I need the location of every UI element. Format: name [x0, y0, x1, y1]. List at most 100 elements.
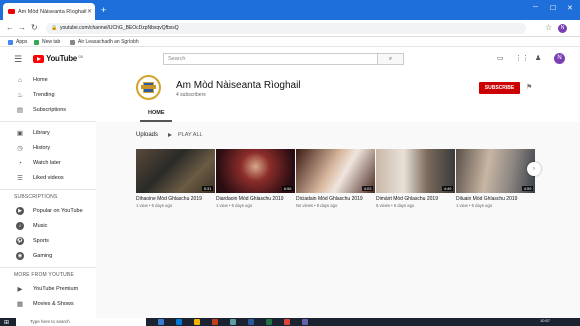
sidebar-section-heading: SUBSCRIPTIONS [14, 194, 58, 200]
close-window-icon[interactable]: ✕ [567, 4, 573, 12]
sidebar-item-library[interactable]: ▣ Library [0, 126, 96, 140]
account-avatar[interactable]: N [554, 53, 565, 64]
video-title[interactable]: Diluain Mòd Ghlaschu 2019 [456, 196, 535, 202]
task-view-icon[interactable] [158, 319, 164, 325]
video-card[interactable]: 6:56 Diardaoin Mòd Ghlaschu 2019 1 view • … [216, 149, 295, 208]
browser-tab[interactable]: Am Mòd Nàiseanta Rìoghail - Yo ✕ [3, 3, 95, 20]
edge-icon[interactable] [176, 319, 182, 325]
sidebar-item-sports[interactable]: ⚽ Sports [0, 234, 96, 248]
hamburger-menu-icon[interactable]: ☰ [14, 54, 22, 65]
sidebar-item-movies-shows[interactable]: ▦ Movies & Shows [0, 297, 96, 311]
sidebar-item-music[interactable]: ♪ Music [0, 219, 96, 233]
video-thumbnail[interactable]: 6:56 [216, 149, 295, 193]
file-explorer-icon[interactable] [194, 319, 200, 325]
channel-header: Am Mòd Nàiseanta Rìoghail 4 subscribers … [96, 70, 580, 122]
sidebar-item-home[interactable]: ⌂ Home [0, 73, 96, 87]
flame-icon: ♨ [17, 92, 23, 99]
bookmark-label: Apps [16, 39, 28, 45]
taskbar-search-input[interactable]: Type here to search [16, 318, 146, 326]
sidebar-item-watch-later[interactable]: ◔ Watch later [0, 156, 96, 170]
url-input[interactable]: 🔒 youtube.com/channel/UChG_BEOcDzpNbxqvQ… [46, 23, 526, 34]
movies-icon: ▦ [16, 301, 24, 308]
apps-grid-icon[interactable]: ⋮⋮ [515, 54, 529, 62]
create-video-icon[interactable]: ▭ [497, 54, 504, 62]
video-duration: 4:59 [522, 186, 533, 191]
sidebar-item-liked-videos[interactable]: ☰ Liked videos [0, 171, 96, 185]
chrome-icon[interactable] [284, 319, 290, 325]
url-text: youtube.com/channel/UChG_BEOcDzpNbxqvQfb… [60, 25, 179, 31]
reload-icon[interactable]: ↻ [31, 23, 38, 32]
excel-icon[interactable] [266, 319, 272, 325]
chevron-right-icon: › [533, 166, 535, 172]
back-icon[interactable]: ← [6, 23, 14, 32]
video-thumbnail[interactable]: 4:03 [296, 149, 375, 193]
search-button[interactable]: ⌕ [378, 53, 404, 65]
bookmark-apps[interactable]: Apps [8, 39, 27, 45]
bookmark-leasachadh[interactable]: Air Leasachadh an Sgrìobh [70, 39, 139, 45]
bookmark-star-icon[interactable]: ☆ [545, 23, 552, 32]
browser-profile-avatar[interactable]: N [558, 24, 567, 33]
tab-close-icon[interactable]: ✕ [87, 8, 92, 15]
premium-icon: ▶ [17, 286, 23, 293]
search-input[interactable]: Search [163, 53, 378, 65]
notification-bell-icon[interactable]: ⚑ [526, 83, 532, 91]
video-title[interactable]: Diardaoin Mòd Ghlaschu 2019 [216, 196, 295, 202]
bookmark-new-tab[interactable]: New tab [34, 39, 60, 45]
video-card[interactable]: 4:03 Diciadain Mòd Ghlaschu 2019 No views … [296, 149, 375, 208]
video-thumbnail[interactable]: 5:31 [136, 149, 215, 193]
video-title[interactable]: Dihaoine Mòd Ghlaschu 2019 [136, 196, 215, 202]
youtube-play-icon [33, 54, 44, 63]
lock-icon: 🔒 [51, 25, 58, 31]
windows-taskbar: ⊞ Type here to search 10:57 [0, 318, 580, 326]
sidebar-item-label: Home [33, 77, 48, 83]
windows-start-icon[interactable]: ⊞ [4, 319, 9, 326]
teams-icon[interactable] [302, 319, 308, 325]
video-meta: 5 views • 6 days ago [376, 203, 415, 208]
tab-home[interactable]: HOME [148, 110, 165, 116]
maximize-icon[interactable]: ☐ [550, 4, 556, 12]
play-icon [168, 133, 172, 137]
next-arrow-button[interactable]: › [527, 162, 541, 176]
minimize-icon[interactable]: ─ [533, 4, 538, 11]
new-tab-button[interactable]: + [101, 5, 106, 15]
sidebar-item-trending[interactable]: ♨ Trending [0, 88, 96, 102]
popular-icon: ▶ [16, 207, 24, 215]
sidebar-item-subscriptions[interactable]: ▤ Subscriptions [0, 103, 96, 117]
store-icon[interactable] [230, 319, 236, 325]
word-icon[interactable] [248, 319, 254, 325]
home-icon: ⌂ [18, 76, 22, 84]
office-icon[interactable] [212, 319, 218, 325]
video-meta: No views • 6 days ago [296, 203, 338, 208]
channel-avatar[interactable] [136, 75, 161, 100]
sidebar-item-label: Sports [33, 238, 49, 244]
youtube-logo[interactable]: YouTube GB [33, 54, 83, 63]
sidebar-item-label: Liked videos [33, 175, 64, 181]
sidebar-divider [0, 121, 96, 122]
video-thumbnail[interactable]: 4:49 [376, 149, 455, 193]
video-card[interactable]: 4:59 Diluain Mòd Ghlaschu 2019 1 view • 6 … [456, 149, 535, 208]
clock-icon: ◔ [18, 159, 22, 167]
sidebar-item-history[interactable]: ◷ History [0, 141, 96, 155]
video-card[interactable]: 5:31 Dihaoine Mòd Ghlaschu 2019 1 view • 6… [136, 149, 215, 208]
page-icon [70, 39, 75, 45]
video-card[interactable]: 4:49 Dimàirt Mòd Ghlaschu 2019 5 views • 6… [376, 149, 455, 208]
notifications-bell-icon[interactable]: ♟ [535, 54, 541, 62]
forward-icon[interactable]: → [18, 23, 26, 32]
browser-tab-bar: Am Mòd Nàiseanta Rìoghail - Yo ✕ + ─ ☐ ✕ [0, 0, 580, 20]
sidebar-item-youtube-premium[interactable]: ▶ YouTube Premium [0, 282, 96, 296]
video-thumbnail[interactable]: 4:59 [456, 149, 535, 193]
play-all-label: PLAY ALL [178, 132, 203, 138]
subscribe-button[interactable]: SUBSCRIBE [479, 82, 520, 94]
video-title[interactable]: Dimàirt Mòd Ghlaschu 2019 [376, 196, 455, 202]
video-title[interactable]: Diciadain Mòd Ghlaschu 2019 [296, 196, 375, 202]
crest-band [141, 85, 156, 89]
sidebar-item-label: Library [33, 130, 50, 136]
library-icon: ▣ [16, 130, 24, 137]
sidebar-item-popular-on-youtube[interactable]: ▶ Popular on YouTube [0, 204, 96, 218]
history-icon: ◷ [17, 145, 23, 152]
sidebar-item-gaming[interactable]: ◉ Gaming [0, 249, 96, 263]
channel-name: Am Mòd Nàiseanta Rìoghail [176, 80, 301, 91]
play-all-button[interactable]: PLAY ALL [168, 132, 203, 138]
uploads-heading[interactable]: Uploads [136, 132, 158, 138]
address-bar-row: ← → ↻ 🔒 youtube.com/channel/UChG_BEOcDzp… [0, 20, 580, 37]
